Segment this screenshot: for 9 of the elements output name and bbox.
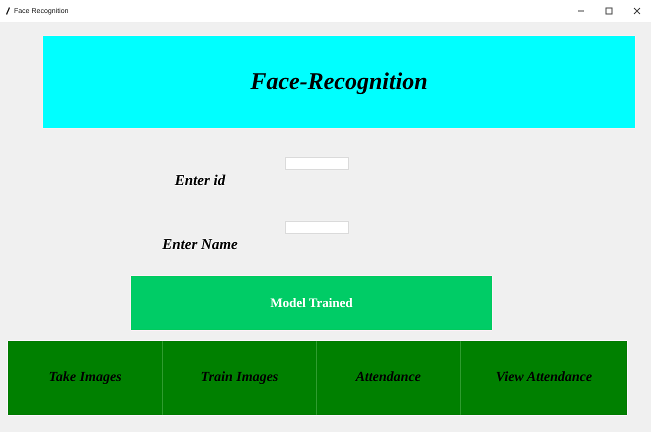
input-field[interactable] <box>285 156 349 170</box>
status-button[interactable]: Model Trained <box>131 276 492 330</box>
input-field[interactable] <box>285 220 349 234</box>
feather-icon <box>6 7 10 15</box>
close-icon[interactable] <box>633 7 641 15</box>
banner-title: Face-Recognition <box>250 68 428 96</box>
field-label: Enter Name <box>161 236 239 254</box>
field-label: Enter id <box>174 172 226 190</box>
maximize-icon[interactable] <box>605 7 613 15</box>
